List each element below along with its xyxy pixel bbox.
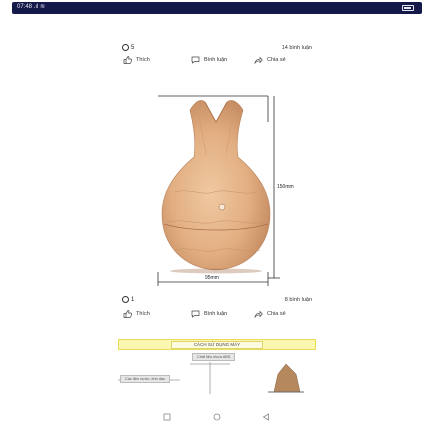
circle-home-icon[interactable] [213,413,221,421]
comment-bubble-icon [191,310,200,318]
status-bar: 07:48 .ıl ≋ [12,2,422,14]
share-arrow-icon [254,310,263,318]
comment-count-icon [122,296,129,303]
thumbs-up-icon [123,56,132,64]
system-navigation-bar [0,413,434,427]
water-fill-label: Các đèn nước- tinh dầu [120,375,171,383]
comment-count[interactable]: 14 bình luận [282,45,312,51]
comment-label: Bình luận [204,311,228,317]
like-label: Thích [136,57,150,63]
status-time: 07:48 .ıl ≋ [17,4,46,10]
square-recent-icon[interactable] [163,413,171,421]
post-meta: 1 8 bình luận [0,295,434,307]
width-dimension-label: 95mm [205,275,219,281]
usage-banner: CÁCH SỬ DỤNG MÁY [118,339,316,350]
wood-grain-humidifier-image [157,95,280,286]
height-dimension-label: 150mm [277,184,294,190]
post-number: 5 [131,45,135,51]
post-number: 1 [131,297,135,303]
comment-count[interactable]: 8 bình luận [285,297,312,303]
share-label: Chia sẻ [267,311,286,317]
post-actions: Thích Bình luận Chia sẻ [0,55,434,67]
comment-label: Bình luận [204,57,228,63]
comment-button[interactable]: Bình luận [191,55,227,65]
like-label: Thích [136,311,150,317]
usage-banner-title: CÁCH SỬ DỤNG MÁY [170,341,264,349]
share-button[interactable]: Chia sẻ [254,55,286,65]
comment-button[interactable]: Bình luận [191,309,227,319]
post-actions: Thích Bình luận Chia sẻ [0,309,434,321]
share-button[interactable]: Chia sẻ [254,309,286,319]
thumbs-up-icon [123,310,132,318]
instruction-diagram[interactable]: Các đèn nước- tinh dầu Chất liệu nhựa AB… [118,352,318,402]
like-button[interactable]: Thích [123,55,150,65]
share-arrow-icon [254,56,263,64]
post-meta: 5 14 bình luận [0,43,434,55]
abs-material-label: Chất liệu nhựa ABS [192,353,236,361]
comment-bubble-icon [191,56,200,64]
product-image[interactable]: 150mm 95mm [150,92,294,288]
comment-count-icon [122,44,129,51]
like-button[interactable]: Thích [123,309,150,319]
triangle-back-icon[interactable] [262,413,270,421]
battery-icon [402,5,414,11]
share-label: Chia sẻ [267,57,286,63]
